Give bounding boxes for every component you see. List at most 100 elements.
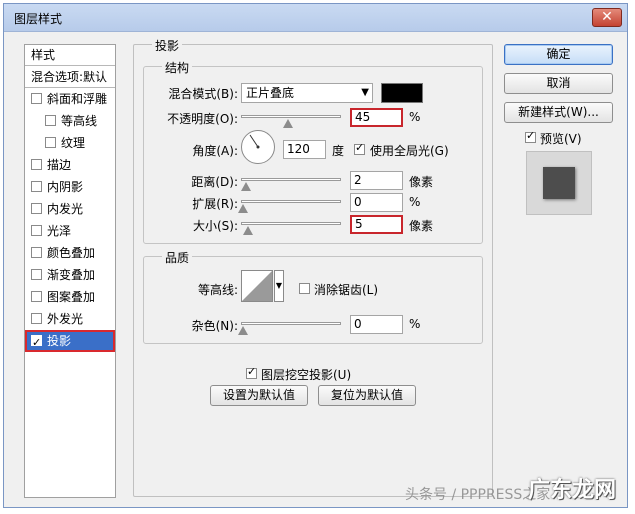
style-item-outer-glow[interactable]: 外发光 bbox=[25, 308, 115, 330]
quality-group: 品质 等高线: ▼ 消除锯齿(L) 杂色(N): 0 % bbox=[143, 249, 483, 344]
style-item-stroke[interactable]: 描边 bbox=[25, 154, 115, 176]
spread-unit: % bbox=[409, 195, 421, 209]
style-checkbox[interactable] bbox=[31, 247, 42, 258]
structure-title: 结构 bbox=[162, 59, 193, 76]
size-slider[interactable] bbox=[241, 222, 341, 225]
chevron-down-icon: ▼ bbox=[361, 87, 369, 98]
spread-slider[interactable] bbox=[241, 200, 341, 203]
style-item-label: 光泽 bbox=[47, 224, 72, 238]
style-item-label: 斜面和浮雕 bbox=[47, 92, 108, 106]
opacity-input[interactable]: 45 bbox=[350, 108, 403, 127]
style-checkbox[interactable] bbox=[31, 313, 42, 324]
panel-title: 投影 bbox=[152, 37, 183, 54]
title-bar[interactable]: 图层样式 ✕ bbox=[4, 4, 627, 32]
style-checkbox[interactable] bbox=[31, 93, 42, 104]
style-item-contour[interactable]: 等高线 bbox=[25, 110, 115, 132]
blend-mode-select[interactable]: 正片叠底 ▼ bbox=[241, 83, 373, 103]
size-slider-thumb[interactable] bbox=[243, 226, 253, 235]
style-item-label: 内阴影 bbox=[47, 180, 84, 194]
style-item-bevel-emboss[interactable]: 斜面和浮雕 bbox=[25, 88, 115, 110]
antialias-label: 消除锯齿(L) bbox=[314, 283, 379, 297]
style-item-color-overlay[interactable]: 颜色叠加 bbox=[25, 242, 115, 264]
style-checkbox[interactable] bbox=[45, 115, 56, 126]
layer-style-dialog: 图层样式 ✕ 样式 混合选项:默认 斜面和浮雕 等高线 纹理 描边 内阴影 内发… bbox=[3, 3, 628, 508]
set-default-button[interactable]: 设置为默认值 bbox=[210, 385, 308, 406]
preview-swatch bbox=[543, 167, 575, 199]
chevron-down-icon: ▼ bbox=[275, 281, 283, 290]
spread-slider-thumb[interactable] bbox=[238, 204, 248, 213]
global-light-checkbox[interactable] bbox=[354, 141, 365, 155]
style-item-label: 投影 bbox=[47, 334, 72, 348]
style-item-gradient-overlay[interactable]: 渐变叠加 bbox=[25, 264, 115, 286]
blend-mode-label: 混合模式(B): bbox=[168, 87, 238, 101]
style-checkbox[interactable] bbox=[31, 181, 42, 192]
noise-input[interactable]: 0 bbox=[350, 315, 403, 334]
new-style-button[interactable]: 新建样式(W)... bbox=[504, 102, 613, 123]
contour-curve-icon bbox=[242, 271, 272, 301]
styles-list: 样式 混合选项:默认 斜面和浮雕 等高线 纹理 描边 内阴影 内发光 光泽 颜色… bbox=[24, 44, 116, 498]
style-checkbox[interactable] bbox=[31, 269, 42, 280]
reset-default-button[interactable]: 复位为默认值 bbox=[318, 385, 416, 406]
distance-unit: 像素 bbox=[409, 175, 434, 189]
opacity-unit: % bbox=[409, 110, 421, 124]
close-button[interactable]: ✕ bbox=[592, 8, 622, 27]
opacity-label: 不透明度(O): bbox=[167, 112, 238, 126]
angle-needle-icon bbox=[249, 134, 260, 149]
angle-label: 角度(A): bbox=[192, 144, 238, 158]
noise-slider-thumb[interactable] bbox=[238, 326, 248, 335]
style-item-label: 内发光 bbox=[47, 202, 84, 216]
spread-label: 扩展(R): bbox=[192, 197, 238, 211]
style-item-satin[interactable]: 光泽 bbox=[25, 220, 115, 242]
style-item-label: 纹理 bbox=[61, 136, 86, 150]
style-item-inner-shadow[interactable]: 内阴影 bbox=[25, 176, 115, 198]
close-icon: ✕ bbox=[601, 9, 613, 25]
knockout-label: 图层挖空投影(U) bbox=[261, 368, 352, 382]
blend-options-item[interactable]: 混合选项:默认 bbox=[25, 66, 115, 88]
noise-label: 杂色(N): bbox=[191, 319, 238, 333]
quality-title: 品质 bbox=[162, 249, 193, 266]
style-checkbox[interactable] bbox=[31, 225, 42, 236]
distance-slider[interactable] bbox=[241, 178, 341, 181]
angle-dial[interactable] bbox=[241, 130, 275, 164]
style-item-label: 图案叠加 bbox=[47, 290, 96, 304]
contour-label: 等高线: bbox=[197, 283, 238, 297]
ok-button[interactable]: 确定 bbox=[504, 44, 613, 65]
style-item-label: 颜色叠加 bbox=[47, 246, 96, 260]
antialias-checkbox[interactable] bbox=[299, 283, 310, 294]
opacity-slider[interactable] bbox=[241, 115, 341, 118]
style-item-drop-shadow[interactable]: 投影 bbox=[25, 330, 115, 354]
structure-group: 结构 混合模式(B): 正片叠底 ▼ 不透明度(O): 45 % 角度(A): bbox=[143, 59, 483, 244]
style-checkbox[interactable] bbox=[31, 291, 42, 302]
angle-unit: 度 bbox=[332, 144, 345, 158]
size-unit: 像素 bbox=[409, 219, 434, 233]
blend-mode-value: 正片叠底 bbox=[246, 86, 295, 100]
noise-slider[interactable] bbox=[241, 322, 341, 325]
style-item-inner-glow[interactable]: 内发光 bbox=[25, 198, 115, 220]
noise-unit: % bbox=[409, 317, 421, 331]
styles-header[interactable]: 样式 bbox=[25, 45, 115, 66]
style-item-pattern-overlay[interactable]: 图案叠加 bbox=[25, 286, 115, 308]
style-checkbox[interactable] bbox=[45, 137, 56, 148]
contour-picker[interactable] bbox=[241, 270, 273, 302]
size-input[interactable]: 5 bbox=[350, 215, 403, 234]
preview-checkbox[interactable] bbox=[525, 129, 536, 143]
knockout-checkbox[interactable] bbox=[246, 365, 257, 379]
opacity-slider-thumb[interactable] bbox=[283, 119, 293, 128]
drop-shadow-panel: 投影 结构 混合模式(B): 正片叠底 ▼ 不透明度(O): 45 % 角度(A… bbox=[133, 37, 493, 497]
cancel-button[interactable]: 取消 bbox=[504, 73, 613, 94]
angle-input[interactable]: 120 bbox=[283, 140, 326, 159]
spread-input[interactable]: 0 bbox=[350, 193, 403, 212]
dialog-title: 图层样式 bbox=[14, 12, 63, 26]
global-light-label: 使用全局光(G) bbox=[370, 144, 449, 158]
style-checkbox[interactable] bbox=[31, 332, 42, 354]
preview-label: 预览(V) bbox=[540, 132, 582, 146]
style-item-label: 渐变叠加 bbox=[47, 268, 96, 282]
distance-slider-thumb[interactable] bbox=[241, 182, 251, 191]
style-checkbox[interactable] bbox=[31, 203, 42, 214]
style-checkbox[interactable] bbox=[31, 159, 42, 170]
distance-input[interactable]: 2 bbox=[350, 171, 403, 190]
contour-dropdown[interactable]: ▼ bbox=[274, 270, 284, 302]
style-item-texture[interactable]: 纹理 bbox=[25, 132, 115, 154]
shadow-color-swatch[interactable] bbox=[381, 83, 423, 103]
style-item-label: 描边 bbox=[47, 158, 72, 172]
